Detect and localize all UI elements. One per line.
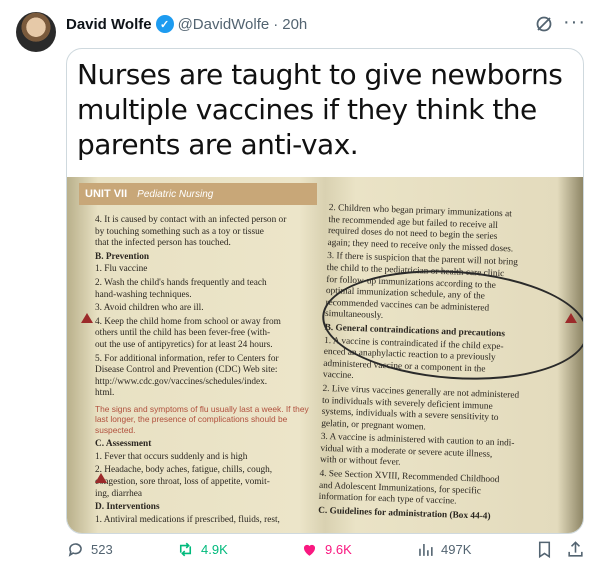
unit-label: UNIT VII <box>85 188 128 200</box>
like-count: 9.6K <box>325 542 352 557</box>
reply-button[interactable]: 523 <box>66 540 113 559</box>
text-item: 2. Live virus vaccines generally are not… <box>321 383 520 433</box>
views-count: 497K <box>441 542 472 557</box>
post-actions: 523 4.9K 9.6K 497K <box>0 540 597 566</box>
bookmark-icon <box>538 541 551 559</box>
heart-icon <box>303 544 316 556</box>
post-header: David Wolfe ✓ @DavidWolfe · 20h <box>66 14 307 34</box>
section-heading: B. Prevention <box>95 251 150 262</box>
section-heading: C. Assessment <box>95 439 152 450</box>
share-icon <box>568 541 583 557</box>
verified-badge-icon[interactable]: ✓ <box>155 15 174 33</box>
text-item: 3. Avoid children who are ill. <box>95 303 204 314</box>
unit-banner: UNIT VII Pediatric Nursing <box>79 183 317 205</box>
text-item: 4. See Section XVIII, Recommended Childh… <box>318 468 500 507</box>
text-item: 1. Flu vaccine <box>95 264 148 275</box>
author-avatar[interactable] <box>16 12 56 52</box>
views-icon <box>419 543 433 556</box>
warning-triangle-icon <box>81 313 93 323</box>
bookmark-button[interactable] <box>535 540 554 559</box>
repost-button[interactable]: 4.9K <box>176 540 228 559</box>
text-item: 1. Antiviral medications if prescribed, … <box>95 514 280 525</box>
text-item: 4. It is caused by contact with an infec… <box>95 215 287 249</box>
author-handle[interactable]: @DavidWolfe <box>178 16 270 33</box>
warning-triangle-icon <box>95 473 107 483</box>
separator-dot: · <box>273 15 279 33</box>
warning-triangle-icon <box>565 313 577 323</box>
warning-note: The signs and symptoms of flu usually la… <box>95 403 309 435</box>
repost-icon <box>179 542 192 557</box>
unit-section: Pediatric Nursing <box>137 188 214 200</box>
grok-icon[interactable] <box>534 14 554 34</box>
text-item: 2. Headache, body aches, fatigue, chills… <box>95 465 273 499</box>
share-button[interactable] <box>566 540 585 559</box>
like-button[interactable]: 9.6K <box>300 540 352 559</box>
text-item: 2. Wash the child's hands frequently and… <box>95 277 267 300</box>
repost-count: 4.9K <box>201 542 228 557</box>
views-button[interactable]: 497K <box>416 540 471 559</box>
post-media[interactable]: Nurses are taught to give newborns multi… <box>66 48 584 534</box>
text-item: 1. Fever that occurs suddenly and is hig… <box>95 451 248 462</box>
text-item: 3. A vaccine is administered with cautio… <box>319 432 515 469</box>
more-icon[interactable]: ··· <box>563 12 586 32</box>
author-name[interactable]: David Wolfe <box>66 16 152 33</box>
text-item: 5. For additional information, refer to … <box>95 353 279 399</box>
reply-count: 523 <box>91 542 113 557</box>
left-text-column: 4. It is caused by contact with an infec… <box>95 215 315 528</box>
post-timestamp[interactable]: 20h <box>282 16 307 33</box>
section-heading: D. Interventions <box>95 502 160 513</box>
reply-icon <box>68 543 82 557</box>
meme-headline: Nurses are taught to give newborns multi… <box>77 58 563 161</box>
text-item: 2. Children who began primary immunizati… <box>327 203 514 255</box>
textbook-photo: UNIT VII Pediatric Nursing 4. It is caus… <box>67 177 583 533</box>
text-item: 4. Keep the child home from school or aw… <box>95 316 281 350</box>
